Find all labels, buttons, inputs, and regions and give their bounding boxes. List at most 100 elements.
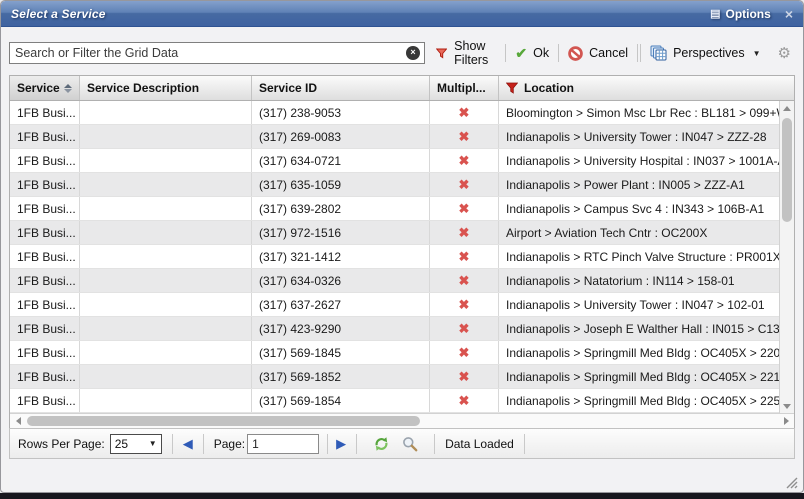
table-row[interactable]: 1FB Busi... (317) 569-1845 ✖ Indianapoli…: [10, 341, 779, 365]
page-label: Page:: [214, 437, 245, 451]
checkmark-icon: ✔: [515, 45, 527, 62]
multiple-flag-x-icon: ✖: [459, 177, 470, 193]
sort-icon: [64, 84, 72, 93]
horizontal-scroll-thumb[interactable]: [27, 416, 420, 426]
cell-multiple: ✖: [430, 245, 499, 268]
scroll-up-arrow[interactable]: [780, 101, 794, 115]
cell-service-id: (317) 637-2627: [252, 293, 430, 316]
perspectives-button[interactable]: Perspectives ▼: [641, 45, 769, 61]
previous-page-button[interactable]: ◀: [183, 436, 193, 452]
vertical-scroll-thumb[interactable]: [782, 118, 792, 222]
status-text: Data Loaded: [445, 437, 514, 451]
show-filters-button[interactable]: Show Filters: [436, 39, 505, 67]
table-row[interactable]: 1FB Busi... (317) 569-1852 ✖ Indianapoli…: [10, 365, 779, 389]
table-row[interactable]: 1FB Busi... (317) 635-1059 ✖ Indianapoli…: [10, 173, 779, 197]
cell-service-id: (317) 635-1059: [252, 173, 430, 196]
multiple-flag-x-icon: ✖: [459, 249, 470, 265]
cell-service-id: (317) 269-0083: [252, 125, 430, 148]
multiple-flag-x-icon: ✖: [459, 297, 470, 313]
column-label: Location: [524, 81, 574, 95]
cell-multiple: ✖: [430, 149, 499, 172]
cell-location: Indianapolis > University Tower : IN047 …: [499, 125, 779, 148]
cell-service: 1FB Busi...: [10, 317, 80, 340]
cell-service-description: [80, 101, 252, 124]
select-service-dialog: Select a Service ▤ Options × × Show Filt…: [0, 0, 804, 493]
column-label: Service ID: [259, 81, 317, 95]
page-number-input[interactable]: [247, 434, 319, 454]
resize-grip[interactable]: [783, 474, 798, 489]
rows-per-page-value: 25: [115, 437, 128, 451]
table-row[interactable]: 1FB Busi... (317) 972-1516 ✖ Airport > A…: [10, 221, 779, 245]
table-row[interactable]: 1FB Busi... (317) 634-0721 ✖ Indianapoli…: [10, 149, 779, 173]
rows-per-page-label: Rows Per Page:: [18, 437, 105, 451]
cell-multiple: ✖: [430, 317, 499, 340]
cell-service-description: [80, 245, 252, 268]
cell-service-id: (317) 569-1854: [252, 389, 430, 412]
multiple-flag-x-icon: ✖: [459, 273, 470, 289]
cell-service-description: [80, 389, 252, 412]
cell-service-description: [80, 293, 252, 316]
column-header-location[interactable]: Location: [499, 76, 794, 100]
table-row[interactable]: 1FB Busi... (317) 238-9053 ✖ Bloomington…: [10, 101, 779, 125]
gear-icon[interactable]: ⚙: [778, 44, 791, 62]
search-input[interactable]: [9, 42, 425, 64]
table-row[interactable]: 1FB Busi... (317) 569-1854 ✖ Indianapoli…: [10, 389, 779, 413]
search-lookup-button[interactable]: [402, 436, 418, 452]
cell-service: 1FB Busi...: [10, 173, 80, 196]
table-row[interactable]: 1FB Busi... (317) 637-2627 ✖ Indianapoli…: [10, 293, 779, 317]
cell-service: 1FB Busi...: [10, 101, 80, 124]
rows-per-page-select[interactable]: 25 ▼: [110, 434, 162, 454]
options-button[interactable]: ▤ Options: [710, 7, 771, 21]
perspectives-label: Perspectives: [673, 46, 745, 60]
cell-service-description: [80, 221, 252, 244]
cell-service-id: (317) 321-1412: [252, 245, 430, 268]
multiple-flag-x-icon: ✖: [459, 105, 470, 121]
column-header-multiple[interactable]: Multipl...: [430, 76, 499, 100]
cancel-button[interactable]: Cancel: [559, 46, 637, 61]
cell-service-description: [80, 197, 252, 220]
refresh-button[interactable]: [373, 436, 390, 452]
multiple-flag-x-icon: ✖: [459, 225, 470, 241]
cell-multiple: ✖: [430, 221, 499, 244]
filter-funnel-icon: [436, 46, 447, 61]
table-row[interactable]: 1FB Busi... (317) 321-1412 ✖ Indianapoli…: [10, 245, 779, 269]
cell-service: 1FB Busi...: [10, 269, 80, 292]
pager-divider: [203, 434, 204, 454]
close-icon[interactable]: ×: [785, 7, 793, 21]
chevron-down-icon: ▼: [753, 49, 761, 58]
filter-active-icon: [506, 82, 518, 94]
cell-service-description: [80, 365, 252, 388]
column-header-service[interactable]: Service: [10, 76, 80, 100]
multiple-flag-x-icon: ✖: [459, 153, 470, 169]
table-row[interactable]: 1FB Busi... (317) 634-0326 ✖ Indianapoli…: [10, 269, 779, 293]
cell-multiple: ✖: [430, 173, 499, 196]
table-row[interactable]: 1FB Busi... (317) 269-0083 ✖ Indianapoli…: [10, 125, 779, 149]
cell-multiple: ✖: [430, 125, 499, 148]
vertical-scrollbar[interactable]: [779, 101, 794, 413]
dialog-title: Select a Service: [11, 7, 106, 21]
scroll-right-arrow[interactable]: [779, 414, 793, 428]
cell-location: Indianapolis > University Hospital : IN0…: [499, 149, 779, 172]
clear-search-icon[interactable]: ×: [406, 46, 420, 60]
dialog-titlebar[interactable]: Select a Service ▤ Options ×: [1, 1, 803, 27]
cell-service: 1FB Busi...: [10, 365, 80, 388]
cell-multiple: ✖: [430, 365, 499, 388]
cell-location: Indianapolis > Natatorium : IN114 > 158-…: [499, 269, 779, 292]
scroll-down-arrow[interactable]: [780, 399, 794, 413]
cell-multiple: ✖: [430, 293, 499, 316]
scroll-left-arrow[interactable]: [11, 414, 25, 428]
column-header-service-id[interactable]: Service ID: [252, 76, 430, 100]
column-header-service-description[interactable]: Service Description: [80, 76, 252, 100]
column-label: Service Description: [87, 81, 199, 95]
table-row[interactable]: 1FB Busi... (317) 639-2802 ✖ Indianapoli…: [10, 197, 779, 221]
cell-location: Airport > Aviation Tech Cntr : OC200X: [499, 221, 779, 244]
ok-button[interactable]: ✔ Ok: [506, 45, 558, 62]
table-row[interactable]: 1FB Busi... (317) 423-9290 ✖ Indianapoli…: [10, 317, 779, 341]
perspectives-icon: [650, 45, 667, 61]
next-page-button[interactable]: ▶: [336, 436, 346, 452]
cell-multiple: ✖: [430, 101, 499, 124]
options-label: Options: [725, 7, 770, 21]
horizontal-scrollbar[interactable]: [10, 413, 794, 428]
pager-divider: [524, 434, 525, 454]
cell-location: Indianapolis > Campus Svc 4 : IN343 > 10…: [499, 197, 779, 220]
